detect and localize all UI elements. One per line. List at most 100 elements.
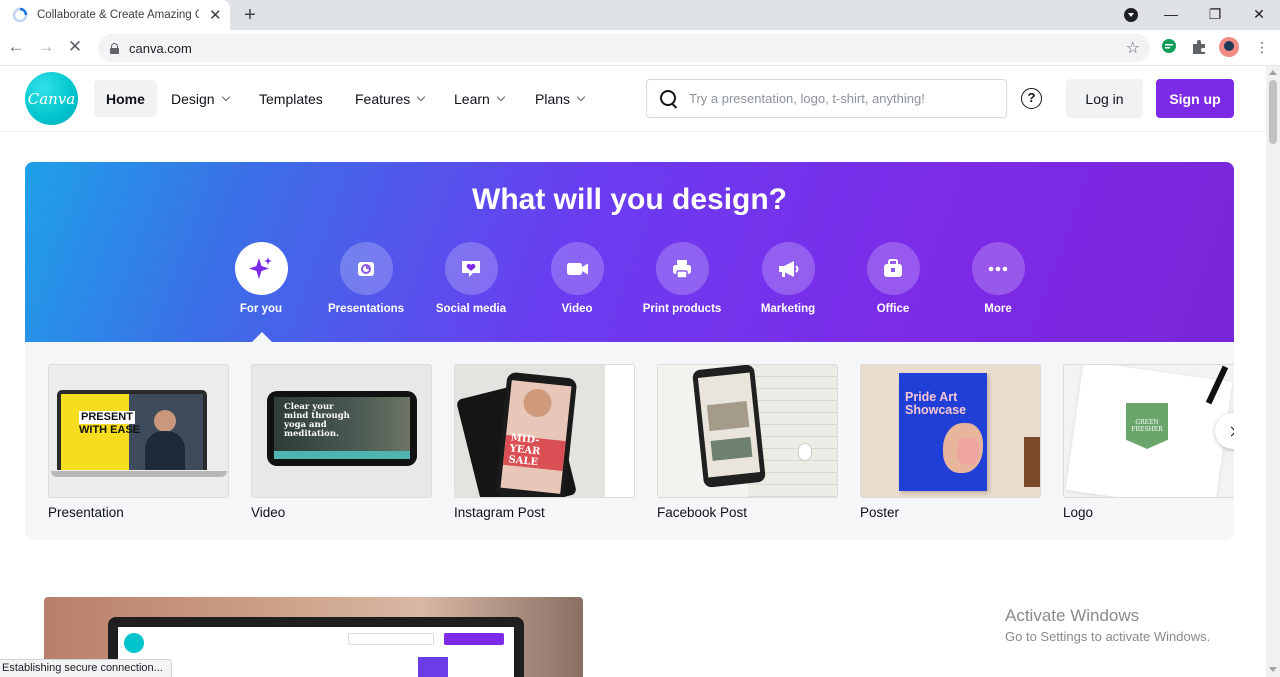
category-more[interactable]: More <box>948 242 1048 315</box>
category-office[interactable]: Office <box>843 242 943 315</box>
printer-icon <box>655 242 709 295</box>
category-label: Video <box>561 303 593 315</box>
extension-chat-icon[interactable] <box>1160 38 1178 56</box>
scroll-up-arrow-icon[interactable] <box>1269 70 1277 75</box>
windows-activation-watermark: Activate Windows Go to Settings to activ… <box>1005 606 1210 644</box>
chevron-down-icon <box>417 92 426 101</box>
category-for-you[interactable]: For you <box>211 242 311 315</box>
address-bar[interactable]: canva.com ☆ <box>98 34 1150 62</box>
extensions-puzzle-icon[interactable] <box>1190 38 1208 56</box>
category-label: Print products <box>642 303 722 315</box>
browser-menu-icon[interactable]: ⋮ <box>1251 36 1273 58</box>
canva-logo[interactable]: Canva <box>25 72 78 125</box>
back-button[interactable]: ← <box>5 36 27 58</box>
scroll-down-arrow-icon[interactable] <box>1269 667 1277 672</box>
forward-button[interactable]: → <box>35 36 57 58</box>
art-text: Showcase <box>905 403 967 417</box>
nav-home[interactable]: Home <box>94 80 157 117</box>
browser-status-bubble: Establishing secure connection... <box>0 659 172 677</box>
nav-home-label: Home <box>106 90 145 107</box>
sparkle-icon <box>234 242 288 295</box>
presentation-thumbnail: PRESENT WITH EASE <box>48 364 229 498</box>
nav-templates-label: Templates <box>259 90 323 107</box>
minimize-button[interactable]: — <box>1149 0 1193 30</box>
art-text: meditation. <box>284 429 339 439</box>
briefcase-icon <box>866 242 920 295</box>
browser-tab[interactable]: Collaborate & Create Amazing G ✕ <box>0 0 230 30</box>
nav-templates[interactable]: Templates <box>247 80 335 117</box>
restore-button[interactable]: ❐ <box>1193 0 1237 30</box>
stop-loading-button[interactable]: ✕ <box>64 36 86 58</box>
category-label: Marketing <box>760 303 816 315</box>
nav-learn[interactable]: Learn <box>442 80 516 117</box>
profile-avatar-icon[interactable] <box>1219 37 1239 57</box>
nav-features-label: Features <box>355 90 411 107</box>
chevron-right-icon <box>1226 426 1234 436</box>
card-video[interactable]: Clear your mind through yoga and meditat… <box>251 364 432 520</box>
category-label: For you <box>239 303 283 315</box>
active-category-pointer <box>252 332 272 342</box>
card-poster[interactable]: Pride Art Showcase Poster <box>860 364 1041 520</box>
search-input[interactable] <box>689 91 989 106</box>
category-marketing[interactable]: Marketing <box>738 242 838 315</box>
close-tab-icon[interactable]: ✕ <box>209 8 222 23</box>
art-text: FRESHER <box>1131 426 1163 433</box>
presentation-icon <box>339 242 393 295</box>
card-instagram-post[interactable]: MID-YEAR SALE Instagram Post <box>454 364 635 520</box>
nav-plans[interactable]: Plans <box>523 80 596 117</box>
hero-title: What will you design? <box>472 183 787 216</box>
card-facebook-post[interactable]: Facebook Post <box>657 364 838 520</box>
video-thumbnail: Clear your mind through yoga and meditat… <box>251 364 432 498</box>
category-presentations[interactable]: Presentations <box>316 242 416 315</box>
watermark-line1: Activate Windows <box>1005 606 1140 625</box>
url-text: canva.com <box>129 40 192 56</box>
chevron-down-icon <box>576 92 586 101</box>
category-label: Office <box>876 303 910 315</box>
card-label: Facebook Post <box>657 505 748 520</box>
category-label: Social media <box>435 303 507 315</box>
card-label: Presentation <box>48 505 124 520</box>
card-label: Logo <box>1063 505 1094 520</box>
category-social-media[interactable]: Social media <box>421 242 521 315</box>
loading-favicon-icon <box>12 7 28 23</box>
canva-page: Canva Home Design Templates Features Lea… <box>0 66 1266 677</box>
art-text: PRESENT <box>79 411 135 424</box>
browser-toolbar: ← → ✕ canva.com ☆ ⋮ <box>0 30 1280 66</box>
heart-chat-icon <box>444 242 498 295</box>
search-icon <box>659 89 679 109</box>
hero-banner: What will you design? For you Presentati… <box>25 162 1234 342</box>
video-camera-icon <box>550 242 604 295</box>
design-type-carousel: PRESENT WITH EASE Presentation Clear you… <box>25 342 1234 540</box>
nav-plans-label: Plans <box>535 90 571 107</box>
instagram-post-thumbnail: MID-YEAR SALE <box>454 364 635 498</box>
nav-features[interactable]: Features <box>343 80 436 117</box>
search-box <box>646 79 1007 118</box>
nav-design-label: Design <box>171 90 215 107</box>
card-label: Instagram Post <box>454 505 545 520</box>
category-video[interactable]: Video <box>527 242 627 315</box>
logo-thumbnail: GREEN FRESHER <box>1063 364 1234 498</box>
window-close-button[interactable]: ✕ <box>1237 0 1280 30</box>
megaphone-icon <box>761 242 815 295</box>
signup-button[interactable]: Sign up <box>1156 79 1234 118</box>
card-label: Video <box>251 505 286 520</box>
card-label: Poster <box>860 505 900 520</box>
help-button[interactable]: ? <box>1021 88 1042 109</box>
page-scrollbar[interactable] <box>1266 66 1280 677</box>
new-tab-button[interactable]: + <box>240 4 260 26</box>
category-print-products[interactable]: Print products <box>632 242 732 315</box>
bookmark-star-icon[interactable]: ☆ <box>1126 38 1140 58</box>
site-header: Canva Home Design Templates Features Lea… <box>0 66 1266 132</box>
tab-title: Collaborate & Create Amazing G <box>37 9 199 21</box>
nav-learn-label: Learn <box>454 90 490 107</box>
more-dots-icon <box>971 242 1025 295</box>
nav-design[interactable]: Design <box>159 80 241 117</box>
poster-thumbnail: Pride Art Showcase <box>860 364 1041 498</box>
tab-search-icon[interactable] <box>1124 8 1138 22</box>
scrollbar-thumb[interactable] <box>1269 80 1277 144</box>
card-presentation[interactable]: PRESENT WITH EASE Presentation <box>48 364 229 520</box>
card-logo[interactable]: GREEN FRESHER Logo <box>1063 364 1234 520</box>
login-button[interactable]: Log in <box>1066 79 1143 118</box>
category-label: Presentations <box>327 303 405 315</box>
category-label: More <box>984 303 1012 315</box>
